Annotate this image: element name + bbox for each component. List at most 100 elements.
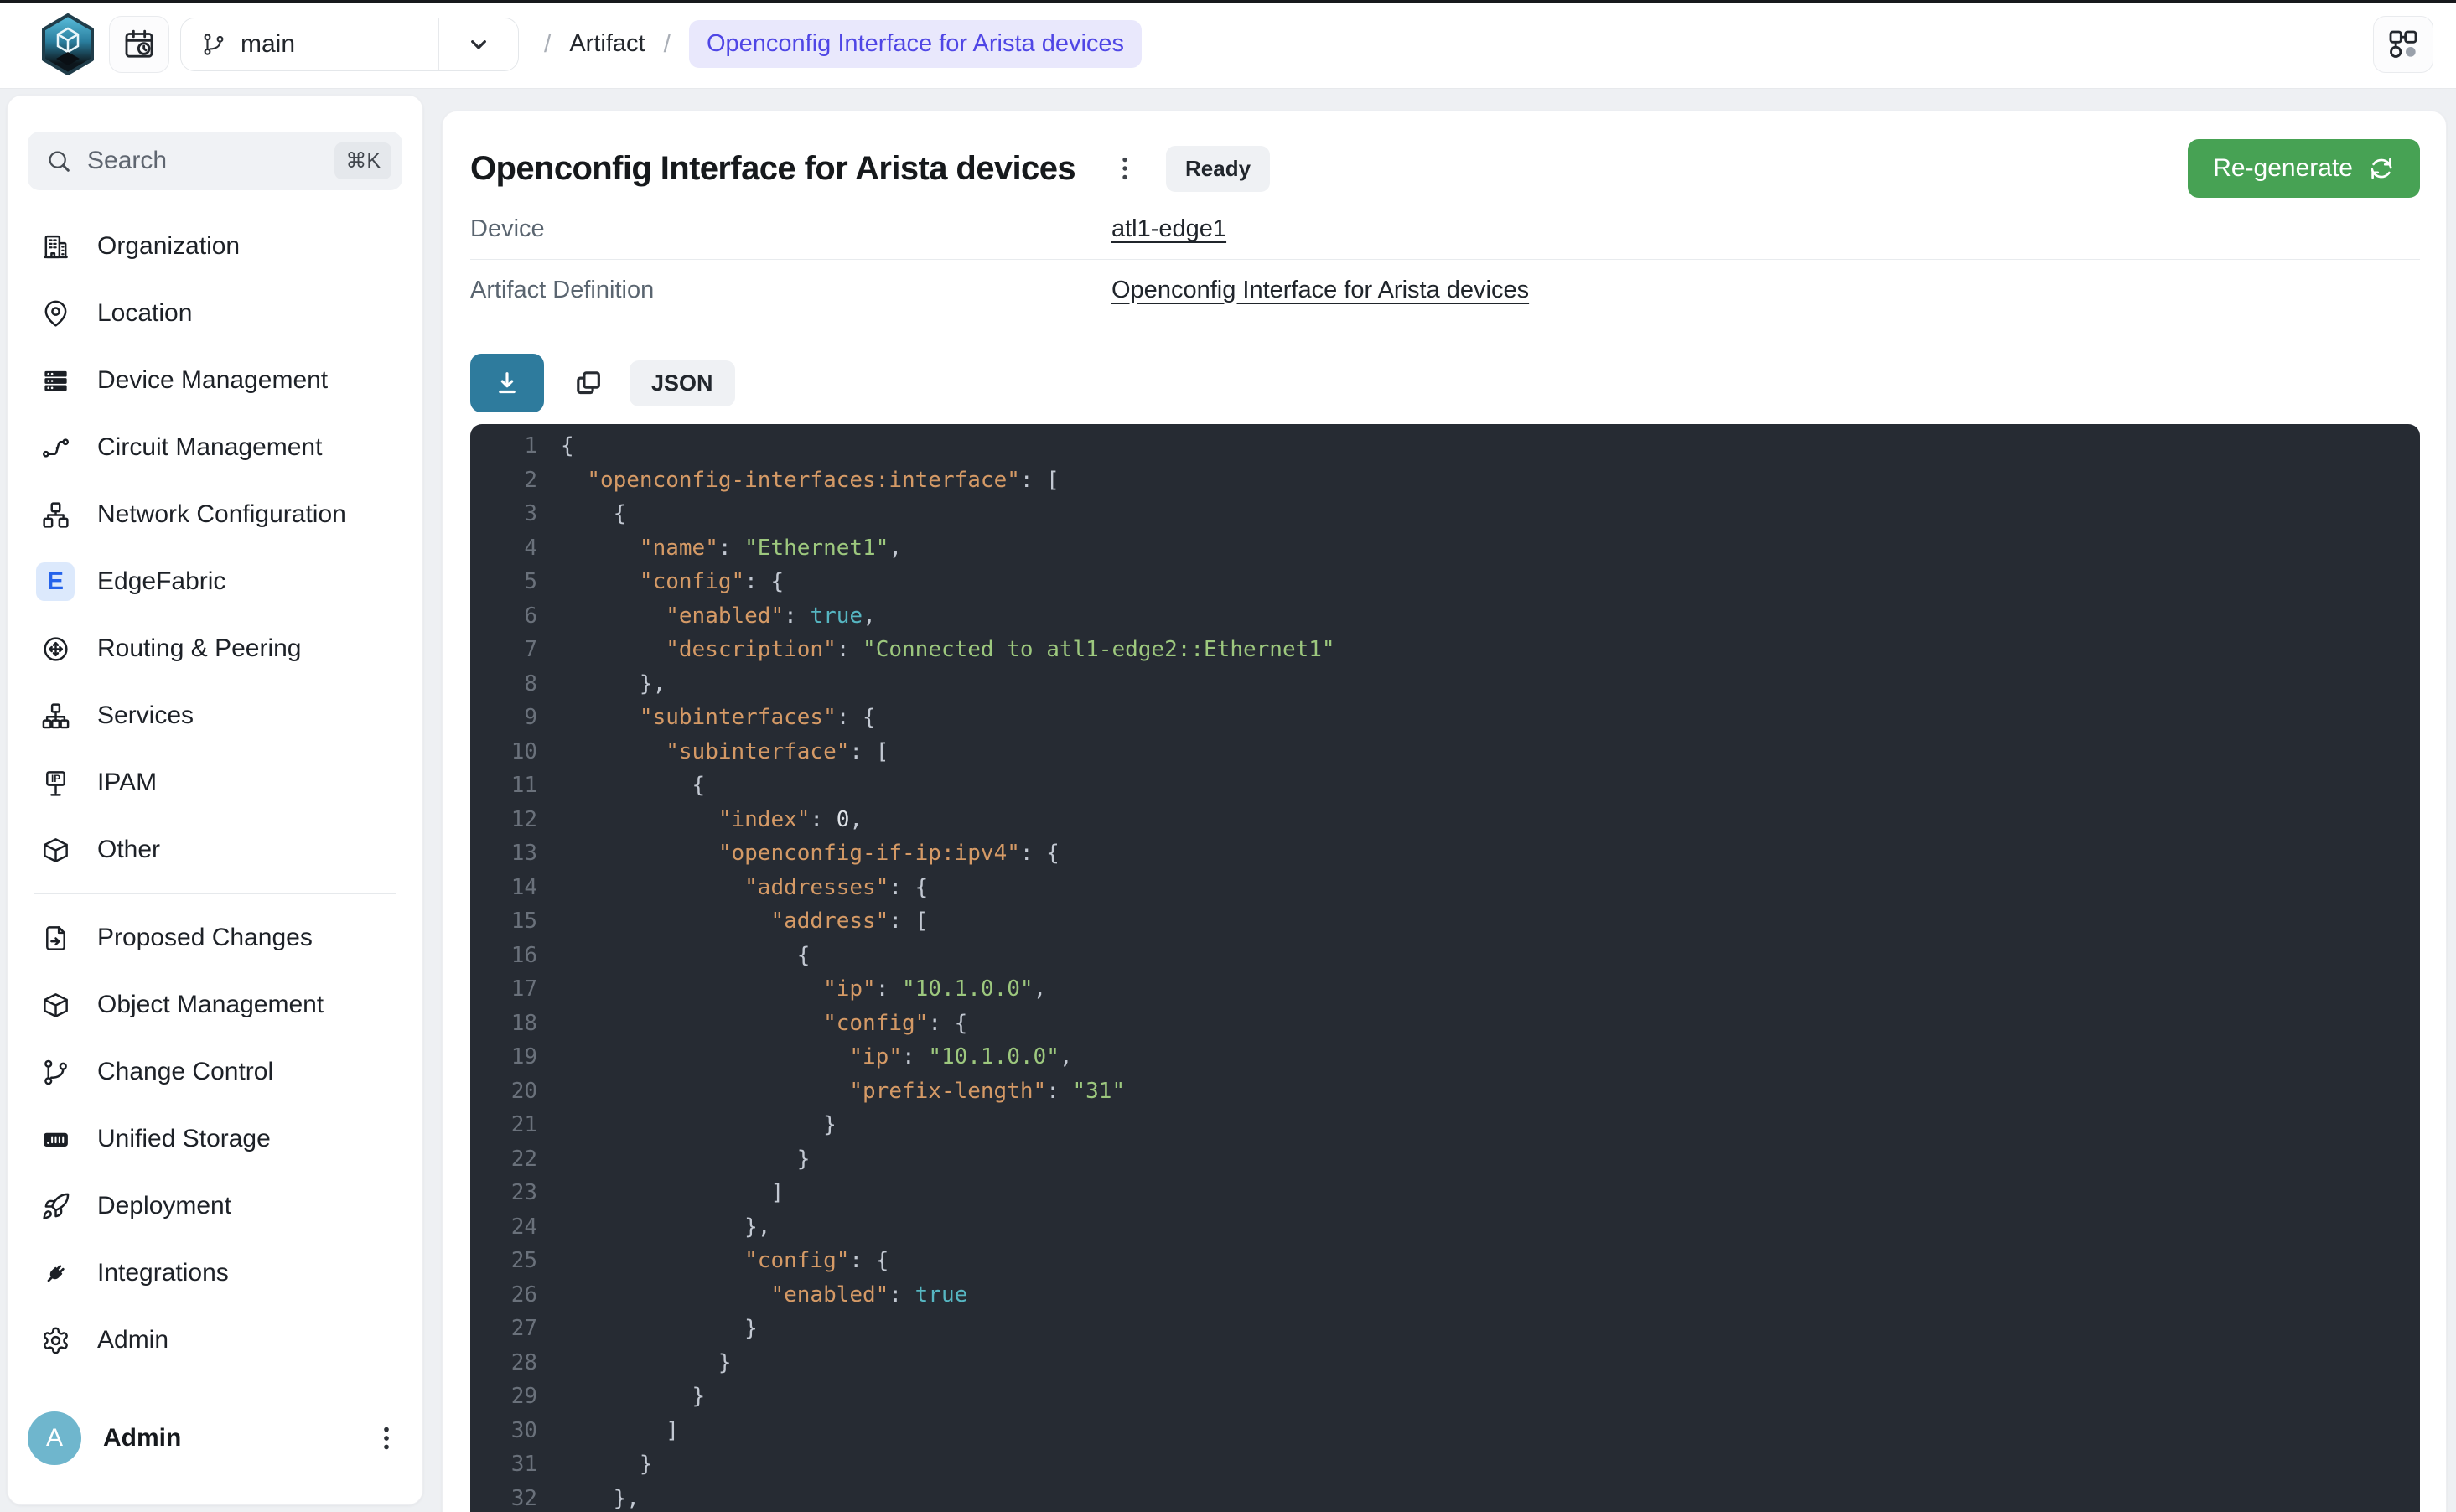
code-text: }	[537, 1447, 653, 1482]
sidebar-item-label: Services	[97, 702, 194, 730]
page-title: Openconfig Interface for Arista devices	[470, 150, 1075, 188]
avatar: A	[28, 1411, 81, 1465]
code-text: "enabled": true	[537, 1278, 967, 1313]
search-placeholder: Search	[87, 147, 319, 175]
code-line: 31 }	[470, 1447, 2420, 1482]
line-number: 32	[470, 1482, 537, 1512]
code-text: "address": [	[537, 904, 928, 939]
line-number: 23	[470, 1176, 537, 1210]
sidebar-item-object-management[interactable]: Object Management	[28, 971, 402, 1038]
code-text: {	[537, 939, 810, 973]
line-number: 8	[470, 667, 537, 702]
sidebar-item-label: Location	[97, 299, 192, 328]
ip-sign-icon: IP	[36, 764, 75, 802]
calendar-button[interactable]	[109, 16, 169, 73]
code-text: "subinterface": [	[537, 735, 889, 769]
line-number: 12	[470, 803, 537, 837]
breadcrumb: / Artifact / Openconfig Interface for Ar…	[544, 20, 1142, 68]
copy-button[interactable]	[573, 367, 604, 399]
line-number: 20	[470, 1074, 537, 1109]
artifact-panel: Openconfig Interface for Arista devices …	[442, 111, 2447, 1512]
sidebar-item-proposed-changes[interactable]: Proposed Changes	[28, 904, 402, 971]
line-number: 10	[470, 735, 537, 769]
breadcrumb-separator: /	[664, 30, 671, 59]
search-input[interactable]: Search ⌘K	[28, 132, 402, 190]
code-text: "index": 0,	[537, 803, 863, 837]
code-line: 2 "openconfig-interfaces:interface": [	[470, 463, 2420, 498]
code-text: "openconfig-interfaces:interface": [	[537, 463, 1060, 498]
branch-dropdown-toggle[interactable]	[438, 18, 518, 70]
code-text: {	[537, 429, 574, 463]
sidebar-item-label: Object Management	[97, 991, 324, 1019]
code-line: 21 }	[470, 1108, 2420, 1142]
sidebar-divider	[34, 893, 396, 894]
code-lines: 1{2 "openconfig-interfaces:interface": […	[470, 429, 2420, 1512]
sidebar-item-label: Routing & Peering	[97, 634, 302, 663]
sidebar-item-location[interactable]: Location	[28, 280, 402, 347]
code-text: "addresses": {	[537, 871, 928, 905]
sidebar-item-unified-storage[interactable]: Unified Storage	[28, 1106, 402, 1173]
code-text: "prefix-length": "31"	[537, 1074, 1125, 1109]
workflow-button[interactable]	[2373, 16, 2433, 73]
sidebar-item-edgefabric[interactable]: EEdgeFabric	[28, 548, 402, 615]
sidebar-item-deployment[interactable]: Deployment	[28, 1173, 402, 1240]
download-button[interactable]	[470, 354, 544, 412]
breadcrumb-item-current[interactable]: Openconfig Interface for Arista devices	[689, 20, 1142, 68]
user-menu[interactable]: A Admin	[28, 1409, 402, 1468]
line-number: 13	[470, 836, 537, 871]
sidebar-item-label: Change Control	[97, 1058, 273, 1086]
sidebar-item-circuit-management[interactable]: Circuit Management	[28, 414, 402, 481]
regenerate-label: Re-generate	[2213, 154, 2353, 183]
sidebar-item-integrations[interactable]: Integrations	[28, 1240, 402, 1307]
sidebar-item-other[interactable]: Other	[28, 816, 402, 883]
sidebar-item-network-configuration[interactable]: Network Configuration	[28, 481, 402, 548]
sidebar-item-label: EdgeFabric	[97, 567, 225, 596]
branch-selector[interactable]: main	[180, 18, 519, 71]
code-text: "config": {	[537, 565, 784, 599]
sidebar-item-admin[interactable]: Admin	[28, 1307, 402, 1374]
sidebar-nav-secondary: Proposed Changes Object Management Change …	[28, 904, 402, 1374]
field-label: Device	[470, 215, 1111, 243]
code-line: 24 },	[470, 1210, 2420, 1245]
router-icon	[36, 629, 75, 668]
sidebar-item-label: Proposed Changes	[97, 924, 313, 952]
field-value-link[interactable]: atl1-edge1	[1111, 215, 1226, 243]
sidebar-item-label: Other	[97, 836, 160, 864]
copy-icon	[573, 367, 604, 399]
sidebar-item-routing-peering[interactable]: Routing & Peering	[28, 615, 402, 682]
refresh-icon	[2368, 155, 2395, 182]
calendar-clock-icon	[122, 28, 156, 61]
line-number: 19	[470, 1040, 537, 1074]
sidebar-item-device-management[interactable]: Device Management	[28, 347, 402, 414]
code-line: 4 "name": "Ethernet1",	[470, 531, 2420, 566]
sidebar-item-ipam[interactable]: IPIPAM	[28, 749, 402, 816]
line-number: 16	[470, 939, 537, 973]
code-text: }	[537, 1108, 837, 1142]
sidebar: Search ⌘K Organization Location Device Man…	[7, 95, 423, 1505]
breadcrumb-item-artifact[interactable]: Artifact	[569, 30, 645, 58]
sidebar-item-change-control[interactable]: Change Control	[28, 1038, 402, 1106]
status-badge: Ready	[1166, 146, 1270, 192]
kebab-menu-icon[interactable]	[370, 1422, 402, 1454]
line-number: 11	[470, 769, 537, 803]
user-name: Admin	[103, 1424, 349, 1452]
line-number: 5	[470, 565, 537, 599]
sidebar-item-organization[interactable]: Organization	[28, 213, 402, 280]
code-line: 16 {	[470, 939, 2420, 973]
rocket-icon	[36, 1187, 75, 1225]
sidebar-item-services[interactable]: Services	[28, 682, 402, 749]
field-value-link[interactable]: Openconfig Interface for Arista devices	[1111, 277, 1529, 304]
field-label: Artifact Definition	[470, 277, 1111, 304]
code-line: 14 "addresses": {	[470, 871, 2420, 905]
page: { "topbar": { "branch_label": "main", "b…	[0, 0, 2456, 1512]
code-viewer[interactable]: 1{2 "openconfig-interfaces:interface": […	[470, 424, 2420, 1512]
code-line: 23 ]	[470, 1176, 2420, 1210]
code-line: 15 "address": [	[470, 904, 2420, 939]
sidebar-item-label: Deployment	[97, 1192, 231, 1220]
code-text: "subinterfaces": {	[537, 701, 876, 735]
title-kebab-button[interactable]	[1109, 153, 1141, 184]
line-number: 17	[470, 972, 537, 1007]
regenerate-button[interactable]: Re-generate	[2188, 139, 2420, 198]
line-number: 18	[470, 1007, 537, 1041]
sidebar-nav-primary: Organization Location Device ManagementCir…	[28, 213, 402, 883]
